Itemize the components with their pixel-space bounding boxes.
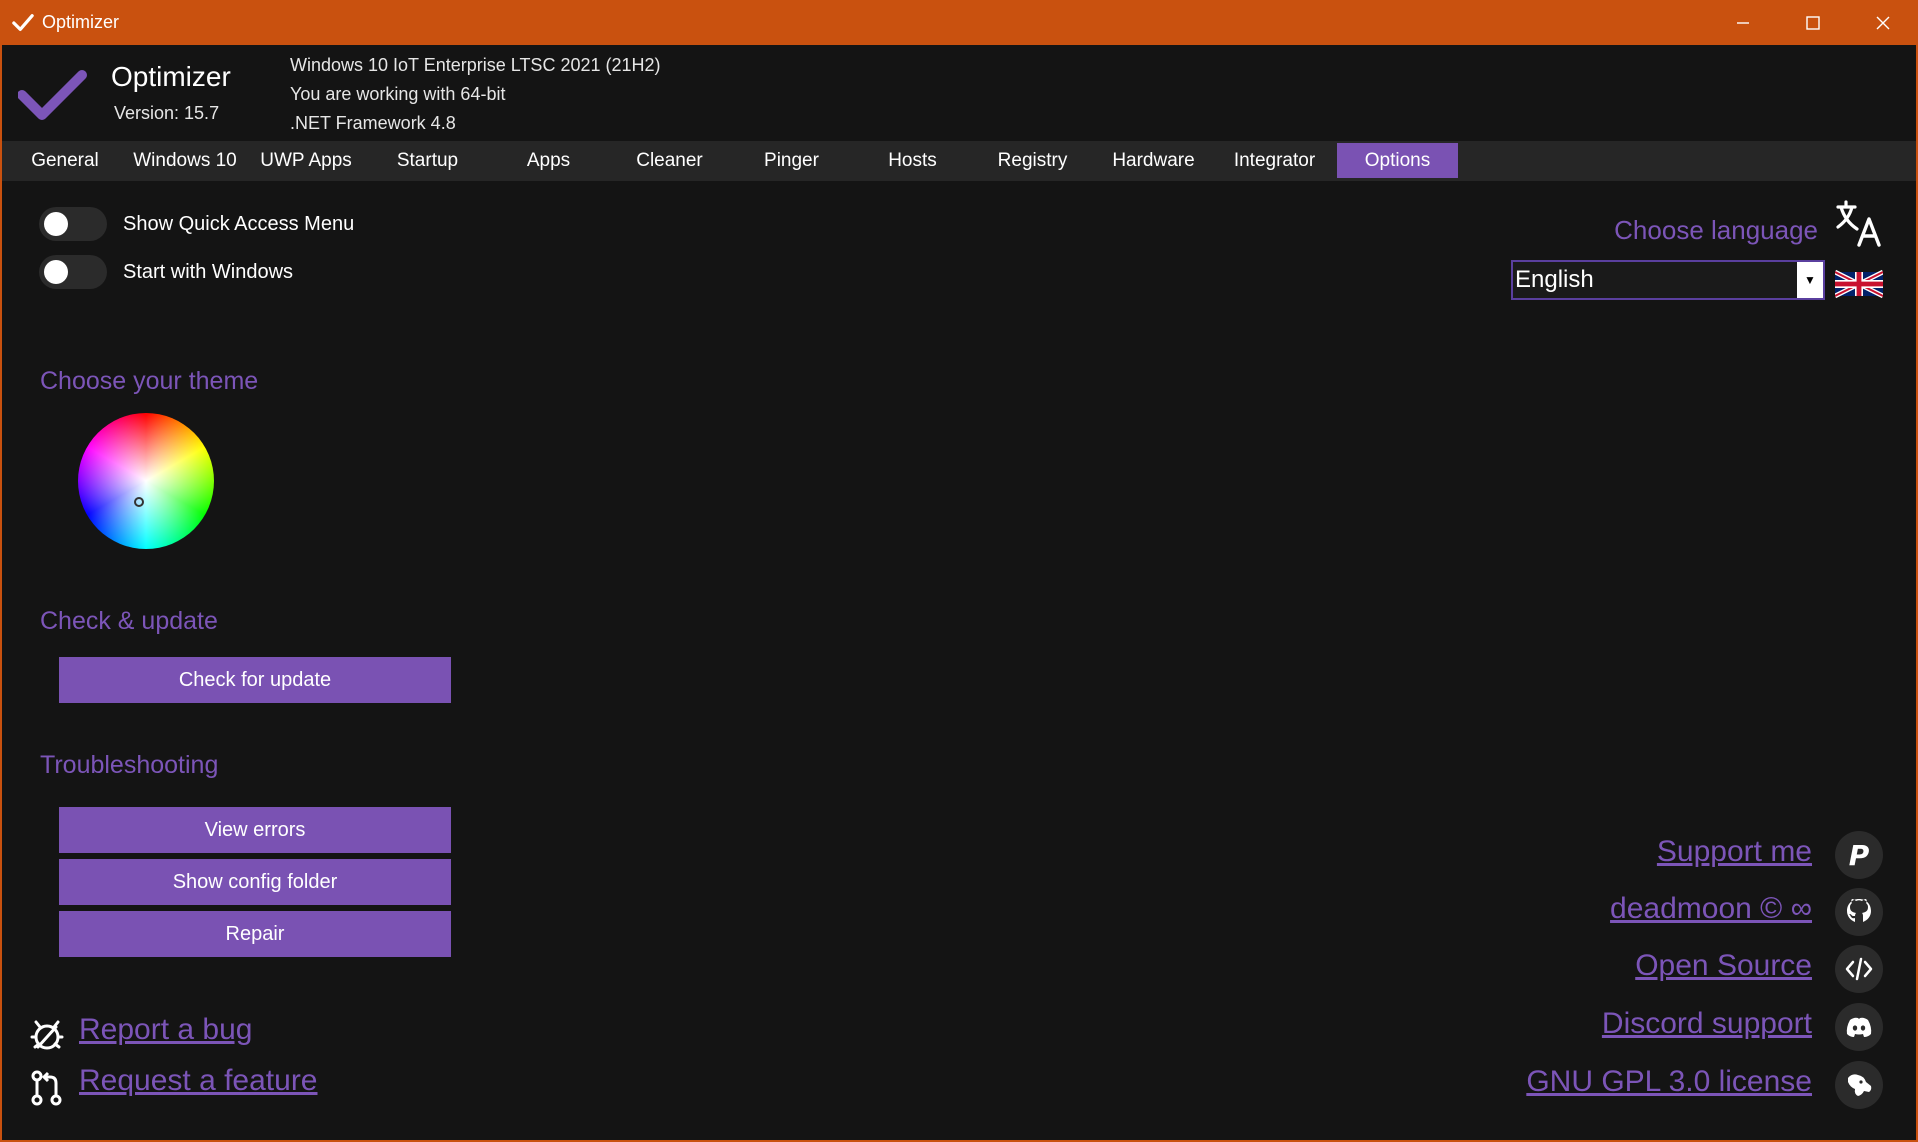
app-version: Version: 15.7 xyxy=(114,103,220,123)
language-select[interactable]: English ▼ xyxy=(1511,260,1825,300)
title-bar[interactable]: Optimizer xyxy=(0,0,1918,45)
options-panel: Show Quick Access Menu Start with Window… xyxy=(0,181,1918,1142)
check-for-update-button[interactable]: Check for update xyxy=(59,657,451,703)
close-icon xyxy=(1876,16,1890,29)
tab-hardware[interactable]: Hardware xyxy=(1093,143,1214,178)
system-info: Windows 10 IoT Enterprise LTSC 2021 (21H… xyxy=(290,51,661,138)
app-check-icon xyxy=(12,13,34,31)
window-title: Optimizer xyxy=(42,12,120,32)
maximize-button[interactable] xyxy=(1778,0,1848,45)
pull-request-icon xyxy=(31,1070,62,1106)
maximize-icon xyxy=(1806,15,1820,30)
translate-icon xyxy=(1836,200,1881,247)
author-link[interactable]: deadmoon © ∞ xyxy=(1610,892,1812,926)
discord-logo-icon xyxy=(1846,1017,1872,1037)
github-icon[interactable] xyxy=(1835,888,1883,936)
quick-access-label: Show Quick Access Menu xyxy=(123,213,355,235)
bitness-info: You are working with 64-bit xyxy=(290,84,506,104)
request-feature-link[interactable]: Request a feature xyxy=(79,1064,318,1098)
tab-apps[interactable]: Apps xyxy=(488,143,609,178)
tab-cleaner[interactable]: Cleaner xyxy=(609,143,730,178)
minimize-icon xyxy=(1737,21,1749,24)
tab-startup[interactable]: Startup xyxy=(367,143,488,178)
quick-access-toggle[interactable] xyxy=(39,207,107,241)
show-config-folder-button[interactable]: Show config folder xyxy=(59,859,451,905)
repair-button[interactable]: Repair xyxy=(59,911,451,957)
license-link[interactable]: GNU GPL 3.0 license xyxy=(1526,1065,1812,1099)
tab-strip: General Windows 10 UWP Apps Startup Apps… xyxy=(0,141,1918,181)
report-bug-link[interactable]: Report a bug xyxy=(79,1013,252,1047)
gnu-head-icon xyxy=(1848,1074,1872,1096)
tab-pinger[interactable]: Pinger xyxy=(731,143,852,178)
troubleshooting-section-title: Troubleshooting xyxy=(40,751,219,779)
tab-hosts[interactable]: Hosts xyxy=(852,143,973,178)
color-picker-handle[interactable] xyxy=(134,497,144,507)
os-info: Windows 10 IoT Enterprise LTSC 2021 (21H… xyxy=(290,55,661,75)
open-source-link[interactable]: Open Source xyxy=(1635,949,1812,983)
code-brackets-icon xyxy=(1845,957,1873,981)
framework-info: .NET Framework 4.8 xyxy=(290,113,456,133)
color-wheel[interactable] xyxy=(78,413,214,549)
bug-icon xyxy=(30,1020,64,1050)
theme-section-title: Choose your theme xyxy=(40,367,259,395)
github-cat-icon xyxy=(1847,899,1871,922)
tab-general[interactable]: General xyxy=(18,143,112,178)
code-icon[interactable] xyxy=(1835,945,1883,993)
start-with-windows-toggle[interactable] xyxy=(39,255,107,289)
tab-uwp-apps[interactable]: UWP Apps xyxy=(250,143,362,178)
optimizer-logo-icon xyxy=(18,70,87,120)
view-errors-button[interactable]: View errors xyxy=(59,807,451,853)
support-me-link[interactable]: Support me xyxy=(1657,835,1812,869)
tab-options[interactable]: Options xyxy=(1337,143,1458,178)
gnu-icon[interactable] xyxy=(1835,1061,1883,1109)
language-section-title: Choose language xyxy=(1614,215,1818,245)
update-section-title: Check & update xyxy=(40,607,218,635)
start-with-windows-label: Start with Windows xyxy=(123,261,294,283)
tab-integrator[interactable]: Integrator xyxy=(1214,143,1335,178)
discord-support-link[interactable]: Discord support xyxy=(1602,1007,1812,1041)
tab-windows-10[interactable]: Windows 10 xyxy=(124,143,246,178)
app-header: Optimizer Version: 15.7 Windows 10 IoT E… xyxy=(0,45,1918,141)
dropdown-arrow-icon[interactable]: ▼ xyxy=(1797,262,1823,298)
language-select-value: English xyxy=(1515,266,1594,293)
minimize-button[interactable] xyxy=(1708,0,1778,45)
discord-icon[interactable] xyxy=(1835,1003,1883,1051)
tab-registry[interactable]: Registry xyxy=(972,143,1093,178)
close-button[interactable] xyxy=(1848,0,1918,45)
app-name: Optimizer xyxy=(111,61,231,92)
paypal-icon[interactable]: P xyxy=(1835,831,1883,879)
uk-flag-icon xyxy=(1835,269,1883,299)
